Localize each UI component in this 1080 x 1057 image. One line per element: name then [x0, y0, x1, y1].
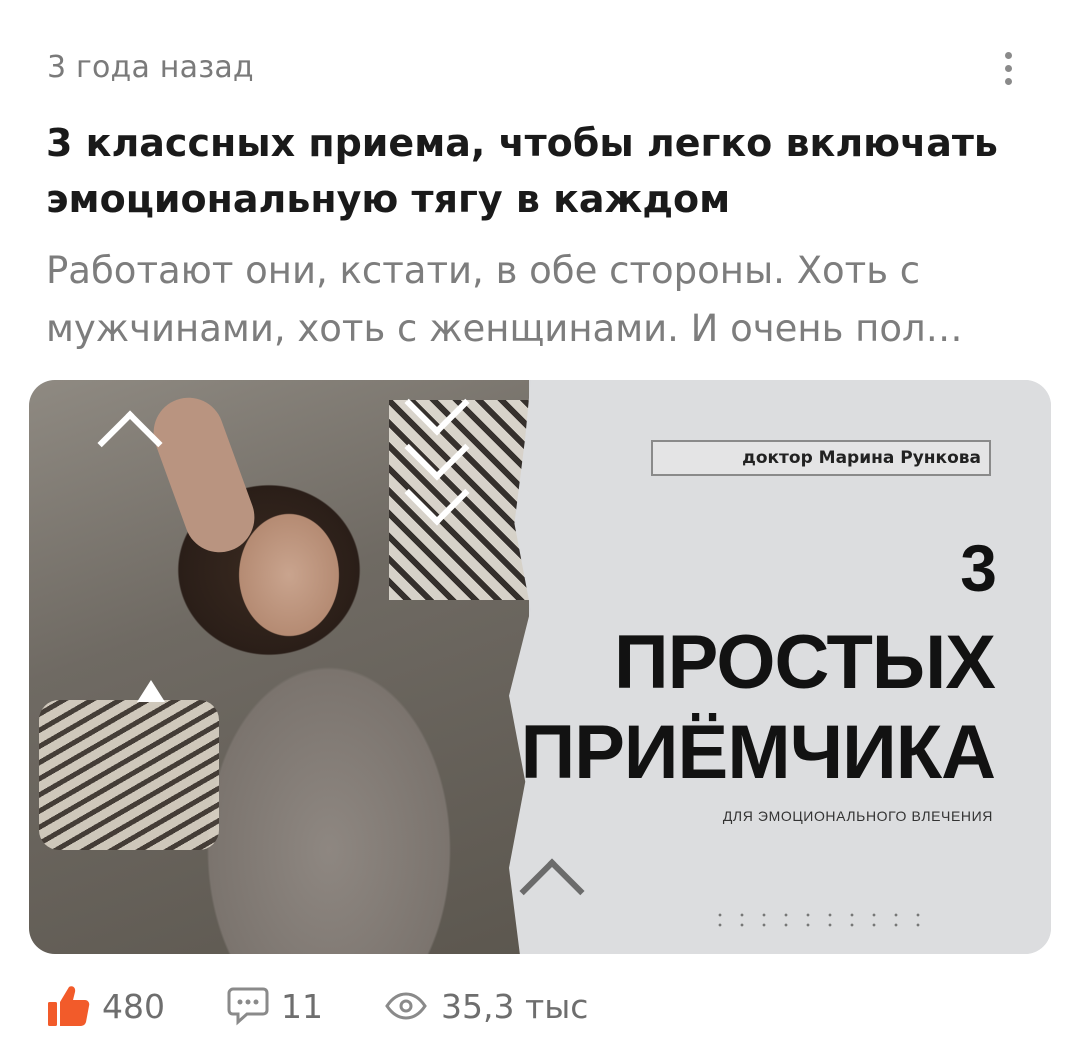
- comments-button[interactable]: 11: [227, 986, 323, 1026]
- cover-decor: [39, 700, 219, 850]
- post-timestamp: 3 года назад: [47, 50, 254, 85]
- cover-headline-line2: ПРИЁМЧИКА: [520, 710, 996, 795]
- cover-decor-dots: [709, 910, 929, 930]
- cover-caption: ДЛЯ ЭМОЦИОНАЛЬНОГО ВЛЕЧЕНИЯ: [722, 808, 993, 824]
- post-actions-bar: 480 11 35,3 тыс: [46, 980, 650, 1032]
- more-vertical-icon: [1004, 51, 1012, 59]
- cover-number: 3: [960, 531, 997, 605]
- comment-icon: [227, 986, 269, 1026]
- triangle-icon: [137, 680, 165, 702]
- post-cover-image[interactable]: доктор Марина Рункова 3 ПРОСТЫХ ПРИЁМЧИК…: [29, 380, 1051, 954]
- eye-icon: [385, 992, 427, 1020]
- cover-headline-line1: ПРОСТЫХ: [614, 620, 996, 705]
- post-title[interactable]: 3 классных приема, чтобы легко включать …: [46, 115, 1036, 227]
- views-indicator: 35,3 тыс: [385, 987, 588, 1026]
- views-count: 35,3 тыс: [441, 986, 589, 1026]
- like-button[interactable]: 480: [46, 984, 165, 1028]
- snippet-line-2: мужчинами, хоть с женщинами. И очень пол…: [46, 307, 963, 350]
- thumbs-up-icon: [46, 984, 90, 1028]
- post-snippet[interactable]: Работают они, кстати, в обе стороны. Хот…: [46, 242, 1036, 358]
- more-options-button[interactable]: [990, 46, 1026, 90]
- snippet-line-1: Работают они, кстати, в обе стороны. Хот…: [46, 249, 921, 292]
- comment-count: 11: [281, 986, 323, 1026]
- cover-author-label: доктор Марина Рункова: [651, 440, 991, 476]
- like-count: 480: [102, 986, 165, 1026]
